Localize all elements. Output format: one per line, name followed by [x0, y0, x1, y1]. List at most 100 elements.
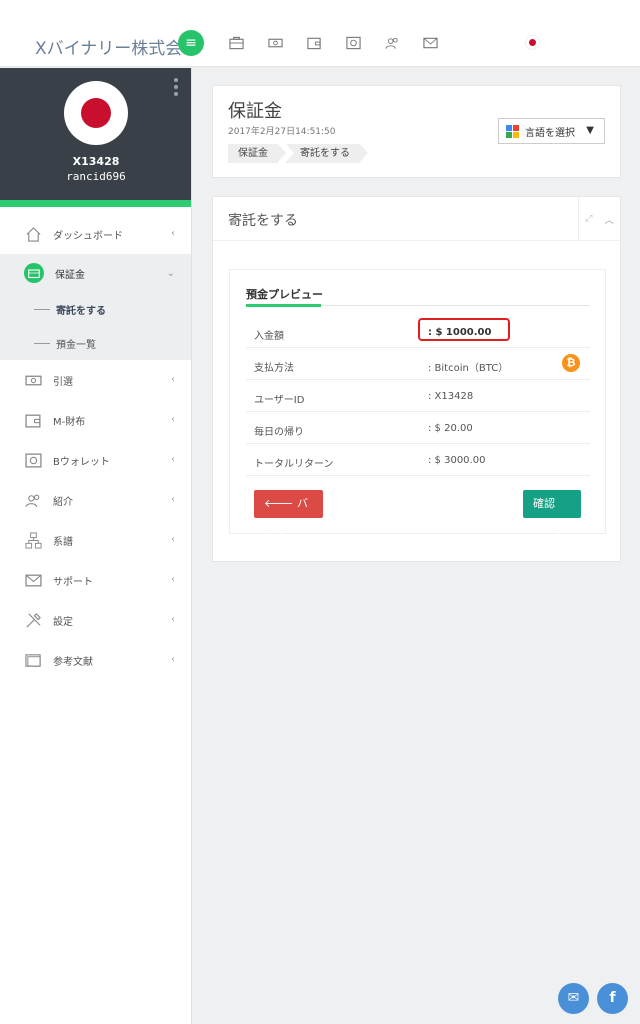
safe-icon [24, 451, 42, 469]
chevron-left-icon: ‹ [171, 654, 175, 665]
row-key: 入金額 [254, 331, 284, 342]
folder-icon [24, 651, 42, 669]
bitcoin-icon: ₿ [562, 354, 580, 372]
sidebar-item-b-wallet[interactable]: Bウォレット ‹ [0, 440, 191, 480]
tab-deposit-preview[interactable]: 預金プレビュー [246, 286, 323, 302]
envelope-icon[interactable] [421, 34, 439, 52]
profile-panel: X13428 rancid696 [0, 68, 191, 200]
back-button[interactable]: 🡐 バック [254, 490, 323, 538]
briefcase-icon [24, 263, 44, 283]
sidebar-item-label: 保証金 [55, 269, 85, 281]
sidebar-item-label: ダッシュボード [53, 230, 123, 242]
panel-title: 寄託をする [228, 213, 298, 229]
sidebar-item-label: 紹介 [53, 496, 73, 508]
page-title: 保証金 [228, 101, 282, 122]
chevron-down-icon: ⌄ [166, 268, 175, 279]
row-value: : $ 20.00 [428, 423, 473, 434]
sidebar-item-m-wallet[interactable]: M-財布 ‹ [0, 400, 191, 440]
sidebar-item-support[interactable]: サポート ‹ [0, 560, 191, 600]
expand-icon[interactable]: ⤢ [585, 214, 592, 224]
users-icon [24, 491, 42, 509]
row-key: 支払方法 [254, 363, 294, 374]
breadcrumb-item-deposit[interactable]: 保証金 [228, 144, 286, 163]
table-row: ユーザーID : X13428 [246, 380, 590, 412]
profile-username: rancid696 [66, 170, 126, 183]
breadcrumb-item-make-deposit[interactable]: 寄託をする [286, 144, 368, 163]
menu-toggle-button[interactable]: ≡ [178, 30, 204, 56]
chevron-left-icon: ‹ [171, 228, 175, 239]
caret-down-icon: ▼ [586, 125, 594, 136]
sidebar-item-references[interactable]: 参考文献 ‹ [0, 640, 191, 680]
mail-fab-button[interactable]: ✉ [558, 983, 589, 1014]
avatar [64, 81, 128, 145]
brand-title: Xバイナリー株式会社 [35, 39, 185, 59]
chevron-left-icon: ‹ [171, 454, 175, 465]
chevron-left-icon: ‹ [171, 374, 175, 385]
collapse-icon[interactable]: ︿ [605, 213, 614, 226]
sidebar-item-label: 系譜 [53, 536, 73, 548]
money-icon [24, 371, 42, 389]
safe-icon[interactable] [344, 34, 362, 52]
chevron-left-icon: ‹ [171, 614, 175, 625]
sidebar: X13428 rancid696 ダッシュボード ‹ 保証金 ⌄ 寄託をする 預… [0, 68, 192, 1024]
arrow-right-icon: 🡒 [533, 525, 563, 538]
amount-highlight-annotation [418, 318, 510, 341]
profile-user-id: X13428 [72, 155, 120, 168]
row-key: ユーザーID [254, 395, 305, 406]
breadcrumb: 保証金 寄託をする [228, 144, 368, 163]
sidebar-item-label: 設定 [53, 616, 73, 628]
row-key: 毎日の帰り [254, 427, 304, 438]
confirm-button-label: 確認 [533, 497, 555, 510]
facebook-icon: f [609, 990, 616, 1006]
language-flag-icon[interactable] [526, 36, 539, 49]
sidebar-subitem-make-deposit[interactable]: 寄託をする [0, 292, 191, 326]
page-date: 2017年2月27日14:51:50 [228, 127, 336, 137]
row-key: トータルリターン [254, 459, 334, 470]
table-row: トータルリターン : $ 3000.00 [246, 444, 590, 476]
page-header-card: 保証金 2017年2月27日14:51:50 保証金 寄託をする 言語を選択 ▼ [212, 85, 621, 178]
row-value: : $ 3000.00 [428, 455, 486, 466]
tab-underline [246, 304, 590, 307]
sidebar-item-deposit[interactable]: 保証金 ⌄ [0, 254, 191, 292]
wallet-icon [24, 411, 42, 429]
envelope-icon [24, 571, 42, 589]
deposit-preview: 預金プレビュー 入金額 : $ 1000.00 支払方法 : Bitcoin（B… [229, 269, 606, 538]
users-icon[interactable] [383, 34, 401, 52]
home-icon [24, 225, 42, 243]
panel-tools: ⤢ ︿ [578, 197, 620, 241]
deposit-submenu: 寄託をする 預金一覧 [0, 292, 191, 360]
sidebar-item-referral[interactable]: 紹介 ‹ [0, 480, 191, 520]
sidebar-item-label: M-財布 [53, 416, 86, 428]
more-options-icon[interactable] [174, 78, 180, 99]
top-bar: Xバイナリー株式会社 ≡ [0, 0, 640, 67]
language-select[interactable]: 言語を選択 ▼ [498, 118, 605, 144]
table-row: 支払方法 : Bitcoin（BTC） [246, 348, 590, 380]
money-icon[interactable] [266, 34, 284, 52]
sitemap-icon [24, 531, 42, 549]
confirm-button[interactable]: 確認 🡒 [523, 490, 581, 538]
sidebar-item-label: 参考文献 [53, 656, 93, 668]
sidebar-subitem-label: 寄託をする [56, 305, 106, 317]
facebook-fab-button[interactable]: f [597, 983, 628, 1014]
sidebar-item-label: 引選 [53, 376, 73, 388]
sidebar-item-genealogy[interactable]: 系譜 ‹ [0, 520, 191, 560]
chevron-left-icon: ‹ [171, 534, 175, 545]
sidebar-item-withdraw[interactable]: 引選 ‹ [0, 360, 191, 400]
language-select-label: 言語を選択 [525, 127, 575, 139]
profile-accent-bar [0, 200, 191, 207]
table-row: 毎日の帰り : $ 20.00 [246, 412, 590, 444]
envelope-icon: ✉ [567, 990, 580, 1006]
chevron-left-icon: ‹ [171, 494, 175, 505]
sidebar-item-dashboard[interactable]: ダッシュボード ‹ [0, 214, 191, 254]
row-value: : Bitcoin（BTC） [428, 363, 509, 374]
panel-header: 寄託をする ⤢ ︿ [213, 197, 620, 241]
sidebar-subitem-deposit-list[interactable]: 預金一覧 [0, 326, 191, 360]
deposit-panel: 寄託をする ⤢ ︿ 預金プレビュー 入金額 : $ 1000.00 支払方法 :… [212, 196, 621, 562]
google-translate-icon [506, 124, 519, 138]
wallet-icon[interactable] [305, 34, 323, 52]
chevron-left-icon: ‹ [171, 414, 175, 425]
tools-icon [24, 611, 42, 629]
briefcase-icon[interactable] [227, 34, 245, 52]
sidebar-item-settings[interactable]: 設定 ‹ [0, 600, 191, 640]
arrow-left-icon: 🡐 [264, 497, 294, 510]
